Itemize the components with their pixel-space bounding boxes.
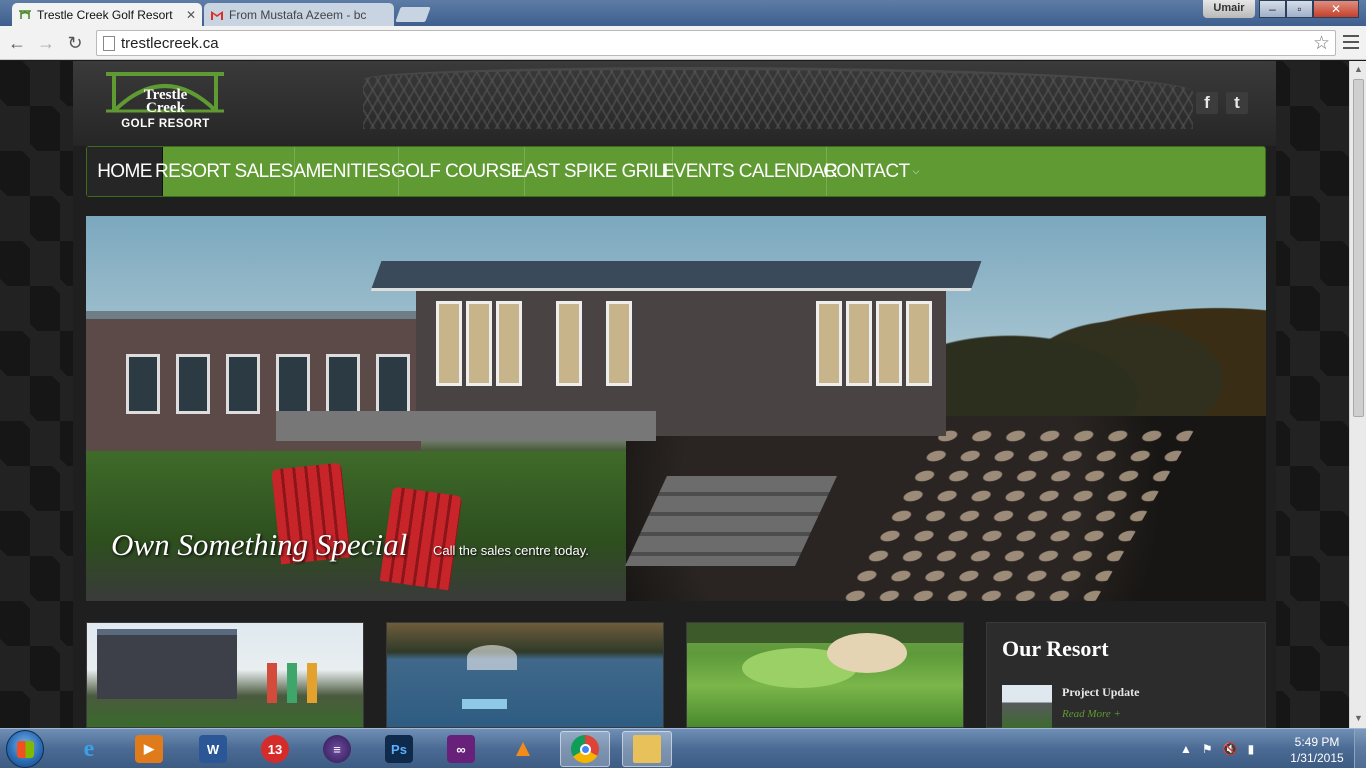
eclipse-icon[interactable]: ≡	[312, 731, 362, 767]
visual-studio-icon[interactable]: ∞	[436, 731, 486, 767]
chrome-menu-icon[interactable]	[1343, 35, 1359, 49]
file-explorer-icon[interactable]	[622, 731, 672, 767]
nav-contact[interactable]: CONTACT ⌵	[823, 147, 919, 196]
widget-heading: Our Resort	[1002, 636, 1109, 661]
logo-name: Trestle Creek	[104, 88, 227, 116]
word-icon[interactable]: W	[188, 731, 238, 767]
window-controls: – ▫ ✕	[1259, 0, 1359, 18]
minimize-icon[interactable]: –	[1259, 0, 1286, 18]
scroll-up-icon[interactable]: ▲	[1354, 64, 1363, 74]
twitter-icon[interactable]: t	[1226, 92, 1248, 114]
photoshop-icon[interactable]: Ps	[374, 731, 424, 767]
nav-golf-course[interactable]: GOLF COURSE ⌵	[391, 147, 533, 196]
logo-line-2: Creek	[146, 100, 185, 116]
scroll-down-icon[interactable]: ▼	[1354, 713, 1363, 723]
post-title[interactable]: Project Update	[1062, 685, 1139, 700]
bookmark-star-icon[interactable]: ☆	[1313, 32, 1330, 55]
address-bar[interactable]: trestlecreek.ca ☆	[96, 30, 1336, 56]
hero-slogan: Own Something Special	[111, 527, 408, 562]
nav-label: LAST SPIKE GRILL	[514, 160, 674, 182]
chevron-down-icon: ⌵	[295, 166, 303, 176]
url-text: trestlecreek.ca	[121, 35, 219, 52]
clock-time: 5:49 PM	[1294, 735, 1340, 749]
tab-close-icon[interactable]: ✕	[186, 8, 196, 22]
new-tab-button[interactable]	[395, 7, 431, 22]
nav-events-calendar[interactable]: EVENTS CALENDAR	[662, 147, 838, 196]
internet-explorer-icon[interactable]: e	[64, 731, 114, 767]
page-viewport: Trestle Creek GOLF RESORT f t HOME RESOR…	[0, 61, 1349, 728]
hero-deck	[276, 411, 656, 441]
hero-trees	[946, 276, 1266, 426]
tab-title: From Mustafa Azeem - bc	[229, 7, 367, 22]
trestle-creek-favicon-icon	[18, 8, 32, 22]
show-desktop-button[interactable]	[1354, 729, 1366, 768]
chevron-down-icon: ⌵	[393, 166, 400, 176]
feature-thumb-golf-course[interactable]	[686, 622, 964, 728]
hero-slide[interactable]: Own Something Special Call the sales cen…	[86, 216, 1266, 601]
tab-title: Trestle Creek Golf Resort	[37, 7, 173, 22]
close-window-icon[interactable]: ✕	[1313, 0, 1359, 18]
nav-label: HOME	[97, 160, 152, 182]
clock-date: 1/31/2015	[1290, 751, 1344, 765]
tab-gmail[interactable]: From Mustafa Azeem - bc	[204, 3, 394, 26]
browser-titlebar: Trestle Creek Golf Resort ✕ From Mustafa…	[0, 0, 1366, 26]
logo-tagline: GOLF RESORT	[121, 118, 210, 130]
windows-taskbar: e ▶ W 13 ≡ Ps ∞ ▲ ▲ ⚑ 🔇 ▮ 5:49 PM 1/31/2…	[0, 728, 1366, 768]
vlc-icon[interactable]: ▲	[498, 731, 548, 767]
action-center-icon[interactable]: ⚑	[1202, 742, 1213, 756]
hero-house-main	[370, 261, 982, 436]
site-logo[interactable]: Trestle Creek GOLF RESORT	[104, 71, 227, 135]
show-hidden-icons-icon[interactable]: ▲	[1180, 742, 1192, 756]
back-arrow-icon[interactable]: ←	[6, 32, 28, 54]
read-more-link[interactable]: Read More +	[1062, 708, 1121, 720]
site-wrapper: Trestle Creek GOLF RESORT f t HOME RESOR…	[73, 61, 1276, 728]
hero-cta: Call the sales centre today.	[433, 543, 589, 558]
media-player-icon[interactable]: ▶	[124, 731, 174, 767]
nav-resort-sales[interactable]: RESORT SALES ⌵	[155, 147, 303, 196]
scrollbar-thumb[interactable]	[1353, 79, 1364, 417]
nav-label: EVENTS CALENDAR	[661, 160, 838, 182]
page-icon	[103, 36, 115, 51]
profile-button[interactable]: Umair	[1203, 0, 1255, 18]
facebook-icon[interactable]: f	[1196, 92, 1218, 114]
nav-label: GOLF COURSE	[391, 160, 523, 182]
nav-label: RESORT SALES	[154, 160, 293, 182]
nav-last-spike-grill[interactable]: LAST SPIKE GRILL ⌵	[514, 147, 683, 196]
reload-icon[interactable]: ↻	[64, 32, 86, 54]
main-navigation: HOME RESORT SALES ⌵ AMENITIES ⌵ GOLF COURS…	[86, 146, 1266, 197]
chevron-down-icon: ⌵	[676, 166, 683, 176]
page-scrollbar[interactable]: ▲ ▼	[1349, 61, 1366, 728]
chevron-down-icon: ⌵	[912, 166, 920, 176]
feature-thumb-resort-sales[interactable]	[86, 622, 364, 728]
maximize-icon[interactable]: ▫	[1286, 0, 1313, 18]
tab-trestle-creek[interactable]: Trestle Creek Golf Resort ✕	[12, 3, 202, 26]
feature-thumb-pond[interactable]	[386, 622, 664, 728]
post-thumbnail[interactable]	[1002, 685, 1052, 728]
chrome-icon[interactable]	[560, 731, 610, 767]
app-13-icon[interactable]: 13	[250, 731, 300, 767]
windows-logo-icon	[17, 741, 34, 758]
chevron-down-icon: ⌵	[525, 166, 533, 176]
nav-amenities[interactable]: AMENITIES ⌵	[293, 147, 400, 196]
nav-label: AMENITIES	[293, 160, 391, 182]
nav-home[interactable]: HOME	[87, 147, 163, 196]
volume-muted-icon[interactable]: 🔇	[1223, 742, 1238, 756]
forward-arrow-icon[interactable]: →	[35, 32, 57, 54]
our-resort-widget: Our Resort Project Update Read More +	[986, 622, 1266, 728]
site-header: Trestle Creek GOLF RESORT f t	[73, 61, 1276, 146]
gmail-icon	[210, 8, 224, 22]
network-signal-icon[interactable]: ▮	[1248, 742, 1255, 756]
start-button[interactable]	[6, 730, 44, 768]
trestle-bridge-graphic	[363, 67, 1193, 129]
nav-label: CONTACT	[823, 160, 910, 182]
taskbar-clock[interactable]: 5:49 PM 1/31/2015	[1286, 734, 1348, 766]
system-tray: ▲ ⚑ 🔇 ▮	[1180, 729, 1254, 768]
browser-toolbar: ← → ↻ trestlecreek.ca ☆	[0, 26, 1366, 60]
